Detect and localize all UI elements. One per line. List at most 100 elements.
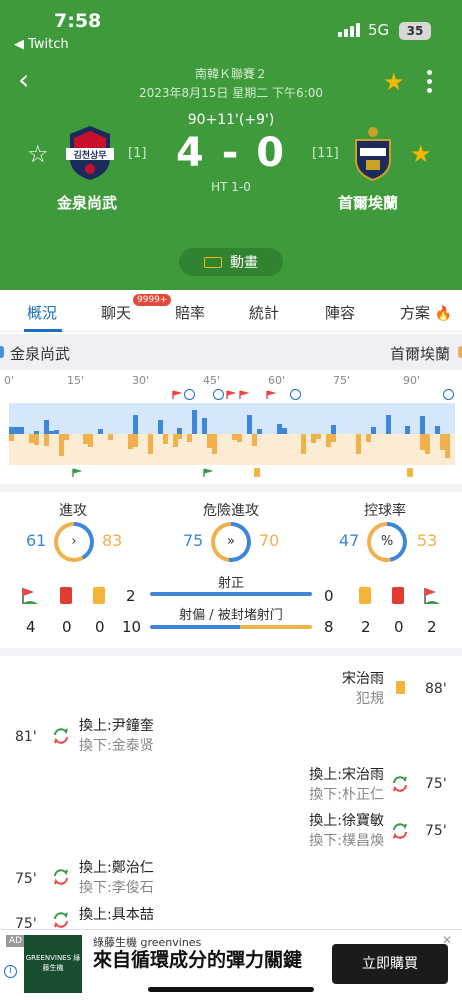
yellow-card-icon xyxy=(254,468,260,477)
away-pressure-bar xyxy=(43,434,49,446)
home-pressure-bar xyxy=(157,420,163,434)
ad-tag: AD xyxy=(6,935,26,947)
substitution-icon xyxy=(54,912,68,928)
away-possession: 53 xyxy=(417,531,438,550)
animation-button[interactable]: 動畫 xyxy=(179,248,283,276)
more-menu-icon[interactable] xyxy=(427,70,433,97)
close-icon[interactable]: ✕ xyxy=(442,933,452,947)
corner-flag-icon xyxy=(239,390,249,399)
info-icon[interactable]: i xyxy=(4,965,17,978)
sub-in-player: 換上:尹鐘奎 xyxy=(79,718,154,734)
home-attacks: 61 xyxy=(26,531,47,550)
goal-ball-icon xyxy=(213,389,224,400)
tab-stats[interactable]: 統計 xyxy=(249,302,279,323)
home-corner-flag-icon xyxy=(22,588,38,604)
home-pressure-bar xyxy=(435,426,441,434)
attacks-ring: › xyxy=(54,522,94,562)
event-substitution: 換上:具本喆 xyxy=(79,905,154,925)
attacks-label: 進攻 xyxy=(59,503,87,519)
event-substitution: 換上:尹鐘奎 換下:金泰贤 xyxy=(79,716,154,756)
back-to-app-link[interactable]: ◀ Twitch xyxy=(14,37,69,52)
home-pressure-bar xyxy=(281,428,287,434)
away-pressure-bar xyxy=(33,434,39,445)
home-shots-off: 10 xyxy=(122,618,142,636)
corner-flag-icon xyxy=(172,390,182,399)
animation-label: 動畫 xyxy=(230,255,258,271)
event-minute: 88' xyxy=(425,681,447,697)
home-follow-star-icon[interactable]: ☆ xyxy=(27,140,49,168)
away-yellow-card-icon xyxy=(359,587,371,604)
away-corners: 2 xyxy=(427,618,437,636)
shots-on-label: 射正 xyxy=(217,576,244,591)
ad-cta-button[interactable]: 立即購買 xyxy=(332,944,448,984)
possession-label: 控球率 xyxy=(364,503,406,519)
double-chevron-icon: » xyxy=(215,526,247,558)
active-tab-indicator xyxy=(24,329,62,332)
away-red-card-icon xyxy=(392,587,404,604)
battery-icon: 35 xyxy=(399,22,431,40)
event-foul: 宋治雨 犯規 xyxy=(342,669,384,709)
fire-icon: 🔥 xyxy=(434,306,453,322)
home-yellow-cards: 0 xyxy=(95,618,105,636)
tab-lineup[interactable]: 陣容 xyxy=(325,302,355,323)
tab-odds[interactable]: 賠率 xyxy=(175,302,205,323)
shots-on-bar xyxy=(150,592,312,596)
chevron-right-icon: › xyxy=(58,526,90,558)
event-minute: 81' xyxy=(15,729,37,745)
status-time: 7:58 xyxy=(54,10,102,32)
away-pressure-bar xyxy=(331,434,337,442)
minute-label: 45' xyxy=(203,374,221,387)
home-yellow-count: 2 xyxy=(126,587,136,605)
minute-label: 60' xyxy=(268,374,286,387)
shots-off-bar xyxy=(150,625,312,629)
away-team-name[interactable]: 首爾埃蘭 xyxy=(338,192,398,213)
tab-plans[interactable]: 方案 🔥 xyxy=(400,302,452,323)
away-pressure-bar xyxy=(162,434,168,444)
ad-headline: 來自循環成分的彈力關鍵 xyxy=(93,949,303,971)
minute-label: 15' xyxy=(67,374,85,387)
match-header: 7:58 ◀ Twitch 5G 35 ‹ 南韓Ｋ聯賽２ 2023年8月15日 … xyxy=(0,0,462,290)
away-attacks: 83 xyxy=(102,531,123,550)
away-pressure-bar xyxy=(88,434,94,447)
away-dangerous-attacks: 70 xyxy=(259,531,280,550)
network-type: 5G xyxy=(368,21,390,39)
tab-chat[interactable]: 聊天 xyxy=(101,302,131,323)
away-pressure-bar xyxy=(147,434,153,454)
favorite-star-icon[interactable]: ★ xyxy=(383,68,405,96)
away-follow-star-icon[interactable]: ★ xyxy=(410,140,432,168)
away-pressure-bar xyxy=(365,434,371,442)
signal-icon xyxy=(338,23,360,37)
away-pressure-bar xyxy=(212,434,218,454)
corner-flag-icon xyxy=(72,468,82,477)
away-color-marker xyxy=(458,346,462,358)
strip-away-name: 首爾埃蘭 xyxy=(389,345,450,363)
away-pressure-bar xyxy=(132,434,138,447)
home-indicator[interactable] xyxy=(148,987,314,992)
away-pressure-bar xyxy=(445,434,451,458)
home-pressure-bar xyxy=(192,410,198,434)
away-shots-on-count: 0 xyxy=(324,587,334,605)
home-pressure-bar xyxy=(246,415,252,434)
away-pressure-bar xyxy=(236,434,242,442)
home-red-cards: 0 xyxy=(62,618,72,636)
section-divider xyxy=(0,648,462,656)
home-logo-text: 김천상무 xyxy=(73,149,106,161)
away-team-logo xyxy=(355,127,391,182)
tab-plans-label: 方案 xyxy=(400,304,431,322)
home-pressure-bar xyxy=(385,415,391,434)
dangerous-attacks-label: 危險進攻 xyxy=(203,503,259,519)
tab-overview[interactable]: 概況 xyxy=(27,302,57,323)
team-strip: 金泉尚武 首爾埃蘭 xyxy=(0,334,462,370)
away-pressure-bar xyxy=(251,434,257,446)
home-yellow-card-icon xyxy=(93,587,105,604)
home-corners: 4 xyxy=(26,618,36,636)
home-team-name[interactable]: 金泉尚武 xyxy=(57,192,117,213)
sub-out-player: 換下:金泰贤 xyxy=(79,738,154,754)
away-rank: [11] xyxy=(312,146,339,161)
home-pressure-bar xyxy=(370,427,376,434)
away-pressure-bar xyxy=(301,434,307,454)
home-pressure-bar xyxy=(98,429,104,434)
home-dangerous-attacks: 75 xyxy=(183,531,204,550)
event-player: 宋治雨 xyxy=(342,671,384,687)
dangerous-attacks-ring: » xyxy=(211,522,251,562)
